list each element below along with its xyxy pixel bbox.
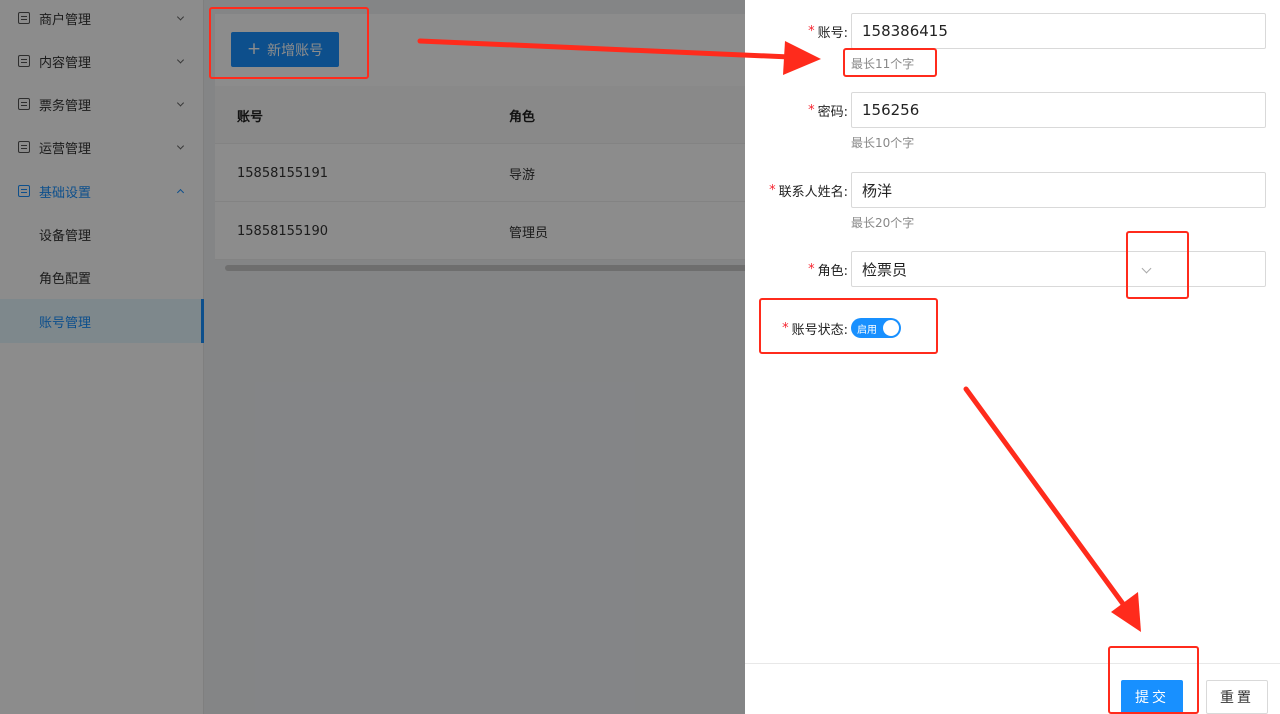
account-label-text: 账号:	[817, 25, 848, 41]
required-mark: *	[808, 23, 815, 39]
required-mark: *	[769, 182, 776, 198]
contact-label: * 联系人姓名:	[769, 172, 848, 208]
drawer-footer: 提交 重置	[745, 663, 1280, 714]
reset-button[interactable]: 重置	[1206, 680, 1268, 714]
account-help: 最长11个字	[851, 57, 915, 71]
contact-label-text: 联系人姓名:	[778, 184, 848, 200]
password-input[interactable]	[851, 92, 1266, 128]
required-mark: *	[782, 320, 789, 336]
password-label-text: 密码:	[817, 104, 848, 120]
status-toggle[interactable]: 启用	[851, 318, 901, 338]
contact-name-input[interactable]	[851, 172, 1266, 208]
required-mark: *	[808, 102, 815, 118]
role-select[interactable]: 检票员	[851, 251, 1266, 287]
password-help: 最长10个字	[851, 136, 915, 150]
chevron-down-icon[interactable]	[1141, 263, 1152, 274]
add-account-drawer: *账号: 最长11个字 *密码: 最长10个字 *联系人姓名: 最长20个字 *…	[745, 0, 1280, 714]
role-label: * 角色:	[808, 251, 848, 287]
role-select-value: 检票员	[862, 260, 908, 279]
toggle-knob	[883, 320, 899, 336]
drawer-mask[interactable]	[0, 0, 745, 714]
submit-button[interactable]: 提交	[1121, 680, 1183, 714]
required-mark: *	[808, 261, 815, 277]
status-label-text: 账号状态:	[791, 322, 848, 338]
password-label: * 密码:	[808, 92, 848, 128]
account-label: * 账号:	[808, 13, 848, 49]
status-toggle-text: 启用	[857, 324, 877, 336]
status-label: * 账号状态:	[782, 310, 848, 346]
account-input[interactable]	[851, 13, 1266, 49]
role-label-text: 角色:	[817, 263, 848, 279]
contact-help: 最长20个字	[851, 216, 915, 230]
